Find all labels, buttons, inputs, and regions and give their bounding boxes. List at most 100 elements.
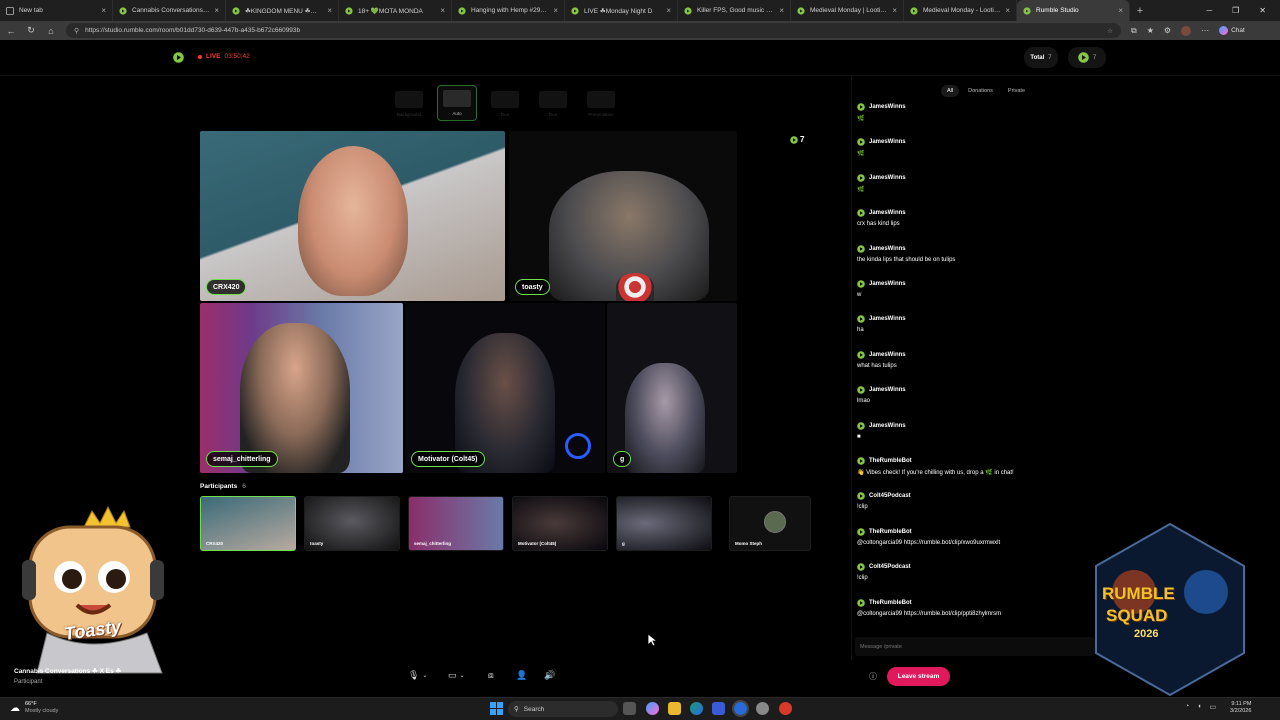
weather-widget[interactable]: ☁ 66°F Mostly cloudy: [10, 701, 58, 715]
chat-tab-private[interactable]: Private: [1002, 85, 1031, 97]
tab-close-icon[interactable]: ×: [101, 6, 106, 15]
window-close-icon[interactable]: ✕: [1259, 6, 1266, 15]
rumble-icon: [857, 457, 865, 465]
layout-duo-button[interactable]: Duo: [485, 85, 525, 121]
chat-message-author[interactable]: JamesWinns: [857, 315, 906, 323]
browser-tab[interactable]: New tab ×: [0, 0, 113, 21]
chat-tab-all[interactable]: All: [941, 85, 960, 97]
edge-icon[interactable]: [690, 702, 703, 715]
chat-username: JamesWinns: [869, 423, 906, 429]
browser-tab-active[interactable]: Rumble Studio ×: [1017, 0, 1130, 21]
tab-close-icon[interactable]: ×: [553, 6, 558, 15]
clock[interactable]: 9:11 PM 3/2/2026: [1230, 701, 1251, 715]
leave-stream-button[interactable]: Leave stream: [887, 667, 950, 686]
tab-close-icon[interactable]: ×: [1005, 6, 1010, 15]
tab-close-icon[interactable]: ×: [779, 6, 784, 15]
chat-message-author[interactable]: TheRumbleBot: [857, 457, 912, 465]
app-icon[interactable]: [779, 702, 792, 715]
refresh-icon[interactable]: ↻: [26, 25, 36, 36]
chat-message-author[interactable]: JamesWinns: [857, 103, 906, 111]
participant-thumb[interactable]: Momo Steph: [729, 496, 811, 551]
browser-tab[interactable]: Medieval Monday - Looting, Sla ×: [904, 0, 1017, 21]
chat-message-author[interactable]: TheRumbleBot: [857, 599, 912, 607]
maximize-icon[interactable]: ❐: [1232, 6, 1239, 15]
settings-icon[interactable]: [756, 702, 769, 715]
url-field[interactable]: ⚲ https://studio.rumble.com/room/b01dd73…: [66, 23, 1121, 38]
participant-thumb[interactable]: CRX420: [200, 496, 296, 551]
extensions-icon[interactable]: ⧉: [1131, 26, 1137, 36]
task-view-icon[interactable]: [623, 702, 636, 715]
camera-button[interactable]: ▭ ⌄: [448, 670, 465, 681]
video-tile[interactable]: Motivator (Colt45): [405, 303, 605, 473]
tab-close-icon[interactable]: ×: [214, 6, 219, 15]
screen-share-button[interactable]: ⧈: [488, 670, 494, 681]
tab-close-icon[interactable]: ×: [1118, 6, 1123, 15]
store-icon[interactable]: [712, 702, 725, 715]
browser-tab[interactable]: LIVE ☘Monday Night D ×: [565, 0, 678, 21]
browser-tab[interactable]: ☘KINGDOM MENU ☘🎮🎮 ☘ ×: [226, 0, 339, 21]
chat-message-author[interactable]: JamesWinns: [857, 138, 906, 146]
rumble-icon: [857, 138, 865, 146]
star-icon[interactable]: ☆: [1107, 27, 1113, 35]
more-icon[interactable]: ⋯: [1201, 26, 1209, 35]
video-tile[interactable]: g: [607, 303, 737, 473]
tab-close-icon[interactable]: ×: [327, 6, 332, 15]
video-tile[interactable]: semaj_chitterling: [200, 303, 403, 473]
tab-close-icon[interactable]: ×: [666, 6, 671, 15]
copilot-icon[interactable]: [646, 702, 659, 715]
chat-input[interactable]: Message /private: [855, 637, 1095, 656]
microphone-button[interactable]: 🎙 ⌄: [408, 670, 427, 681]
browser-tab[interactable]: Hanging with Hemp #296 o ×: [452, 0, 565, 21]
video-tile[interactable]: toasty: [509, 131, 737, 301]
favorites-icon[interactable]: ★: [1147, 26, 1154, 35]
new-tab-button[interactable]: +: [1130, 5, 1150, 17]
chat-message-author[interactable]: Colt45Podcast: [857, 563, 911, 571]
chat-tab-donations[interactable]: Donations: [962, 85, 999, 97]
taskbar-search[interactable]: ⚲ Search: [508, 701, 618, 717]
rumble-logo-icon[interactable]: [173, 52, 184, 63]
chat-message-author[interactable]: JamesWinns: [857, 174, 906, 182]
video-tile[interactable]: CRX420: [200, 131, 505, 301]
chat-message-author[interactable]: JamesWinns: [857, 245, 906, 253]
chat-message-author[interactable]: Colt45Podcast: [857, 492, 911, 500]
chat-message-author[interactable]: JamesWinns: [857, 351, 906, 359]
browser-tab[interactable]: Killer FPS, Good music and Bad ×: [678, 0, 791, 21]
chat-message-author[interactable]: TheRumbleBot: [857, 528, 912, 536]
chat-message-author[interactable]: JamesWinns: [857, 422, 906, 430]
tab-close-icon[interactable]: ×: [892, 6, 897, 15]
audio-settings-button[interactable]: 🔊: [544, 670, 555, 681]
settings-icon[interactable]: ⚙: [1164, 26, 1171, 35]
profile-avatar[interactable]: [1181, 25, 1192, 36]
participant-thumb[interactable]: semaj_chitterling: [408, 496, 504, 551]
home-icon[interactable]: ⌂: [46, 26, 56, 36]
participant-thumb[interactable]: g: [616, 496, 712, 551]
minimize-icon[interactable]: ─: [1206, 6, 1212, 15]
chat-message-author[interactable]: JamesWinns: [857, 209, 906, 217]
chat-username: JamesWinns: [869, 352, 906, 358]
tab-close-icon[interactable]: ×: [440, 6, 445, 15]
participant-thumb[interactable]: toasty: [304, 496, 400, 551]
help-button[interactable]: ⓘ: [869, 671, 877, 682]
layout-background-button[interactable]: Background: [389, 85, 429, 121]
chat-message-author[interactable]: JamesWinns: [857, 280, 906, 288]
participants-count: 6: [242, 483, 246, 490]
invite-button[interactable]: 👤: [516, 670, 527, 681]
edge-profile-icon[interactable]: [732, 700, 749, 717]
browser-tab[interactable]: Cannabis Conversations wit ×: [113, 0, 226, 21]
back-icon[interactable]: ←: [6, 26, 16, 36]
chat-message-author[interactable]: JamesWinns: [857, 386, 906, 394]
copilot-chat-button[interactable]: Chat: [1219, 26, 1245, 35]
site-info-icon[interactable]: ⚲: [74, 27, 79, 35]
browser-tab[interactable]: Medieval Monday | Looting, Sla ×: [791, 0, 904, 21]
file-explorer-icon[interactable]: [668, 702, 681, 715]
mouse-cursor-icon: [648, 634, 657, 647]
windows-start-icon[interactable]: [490, 702, 503, 715]
layout-presentation-button[interactable]: Presentation: [581, 85, 621, 121]
chat-username: JamesWinns: [869, 387, 906, 393]
layout-duo-alt-button[interactable]: Duo: [533, 85, 573, 121]
layout-label: Duo: [548, 112, 558, 117]
system-tray[interactable]: ◔ ◖ ▭: [1185, 703, 1216, 711]
participant-thumb[interactable]: Motivator (Colt45): [512, 496, 608, 551]
browser-tab[interactable]: 18+ 💚MOTA MONDA ×: [339, 0, 452, 21]
layout-auto-button[interactable]: Auto: [437, 85, 477, 121]
